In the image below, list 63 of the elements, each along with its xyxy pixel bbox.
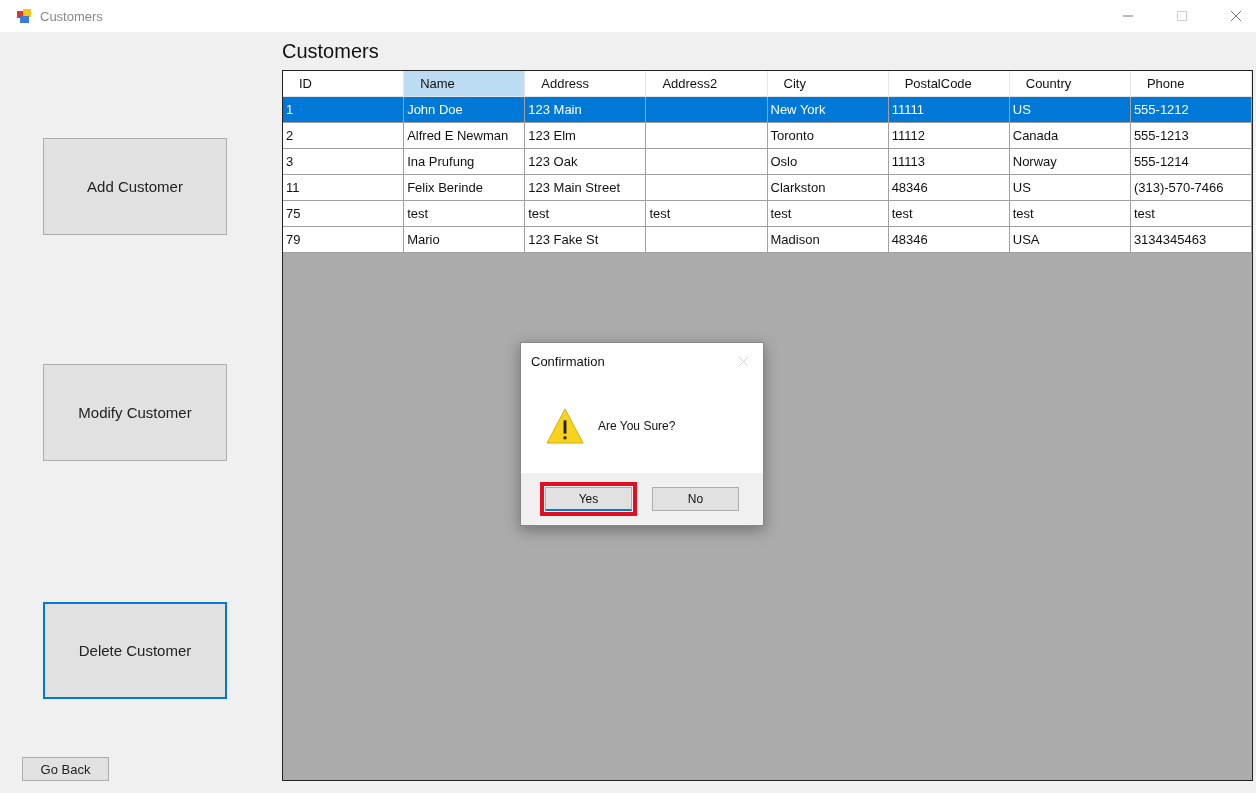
table-cell: 123 Fake St [528,232,599,247]
table-cell: 2 [286,128,294,143]
table-cell: 1 [286,102,294,117]
action-button[interactable]: Add Customer [43,138,227,235]
table-cell: US [1012,102,1031,117]
table-row[interactable]: 1 John Doe 123 Main New York 11111 US 555-1212 [283,97,1252,123]
table-cell: test [1012,206,1034,221]
table-cell: test [770,206,792,221]
table-cell: test [528,206,550,221]
table-cell: Mario [407,232,440,247]
table-cell: 123 Main [528,102,582,117]
grid-heading: Customers [282,40,380,64]
table-cell: (313)-570-7466 [1133,180,1224,195]
table-cell: US [1012,180,1031,195]
table-cell: New York [770,102,826,117]
table-row[interactable]: 79 Mario 123 Fake St Madison 48346 USA 3134345463 [283,227,1252,253]
warning-icon [546,408,584,444]
table-cell: 555-1214 [1133,154,1189,169]
dialog-message: Are You Sure? [598,419,676,433]
table-cell: USA [1012,232,1040,247]
table-cell: Oslo [770,154,798,169]
table-row[interactable]: 2 Alfred E Newman 123 Elm Toronto 11112 Canada 555-1213 [283,123,1252,149]
table-cell: 123 Elm [528,128,576,143]
table-cell: 123 Oak [528,154,578,169]
table-cell: 11111 [891,102,924,117]
table-cell: Madison [770,232,820,247]
table-cell: 48346 [891,232,928,247]
table-cell: 11 [286,180,300,195]
table-cell: 555-1212 [1133,102,1189,117]
table-row[interactable]: 3 Ina Prufung 123 Oak Oslo 11113 Norway 555-1214 [283,149,1252,175]
table-cell: test [407,206,429,221]
table-cell: Canada [1012,128,1059,143]
go-back-button[interactable]: Go Back [22,757,109,781]
action-button[interactable]: Modify Customer [43,364,227,461]
window-title: Customers [40,8,103,24]
close-icon[interactable] [1230,10,1242,22]
table-cell: test [1133,206,1155,221]
table-row[interactable]: 11 Felix Berinde 123 Main Street Clarkston 48346 US (313)-570-7466 [283,175,1252,201]
table-cell: 11113 [891,154,925,169]
table-cell: 48346 [891,180,928,195]
dialog-title: Confirmation [531,353,605,369]
dialog-button[interactable]: No [652,487,739,511]
table-cell: 3134345463 [1133,232,1207,247]
column-header[interactable]: Name [404,71,526,97]
table-row[interactable]: 75 test test test test test test test [283,201,1252,227]
table-cell: test [891,206,913,221]
table-cell: Clarkston [770,180,826,195]
table-cell: Toronto [770,128,814,143]
table-cell: test [649,206,671,221]
table-cell: Felix Berinde [407,180,483,195]
table-cell: John Doe [407,102,463,117]
table-cell: 555-1213 [1133,128,1189,143]
table-cell: 3 [286,154,294,169]
table-cell: Alfred E Newman [407,128,509,143]
maximize-icon[interactable] [1176,10,1188,22]
app-icon [16,8,32,24]
table-cell: 79 [286,232,301,247]
table-cell: Norway [1012,154,1057,169]
table-cell: Ina Prufung [407,154,475,169]
table-cell: 75 [286,206,301,221]
table-cell: 11112 [891,128,925,143]
action-button[interactable]: Delete Customer [43,602,227,699]
table-cell: 123 Main Street [528,180,621,195]
